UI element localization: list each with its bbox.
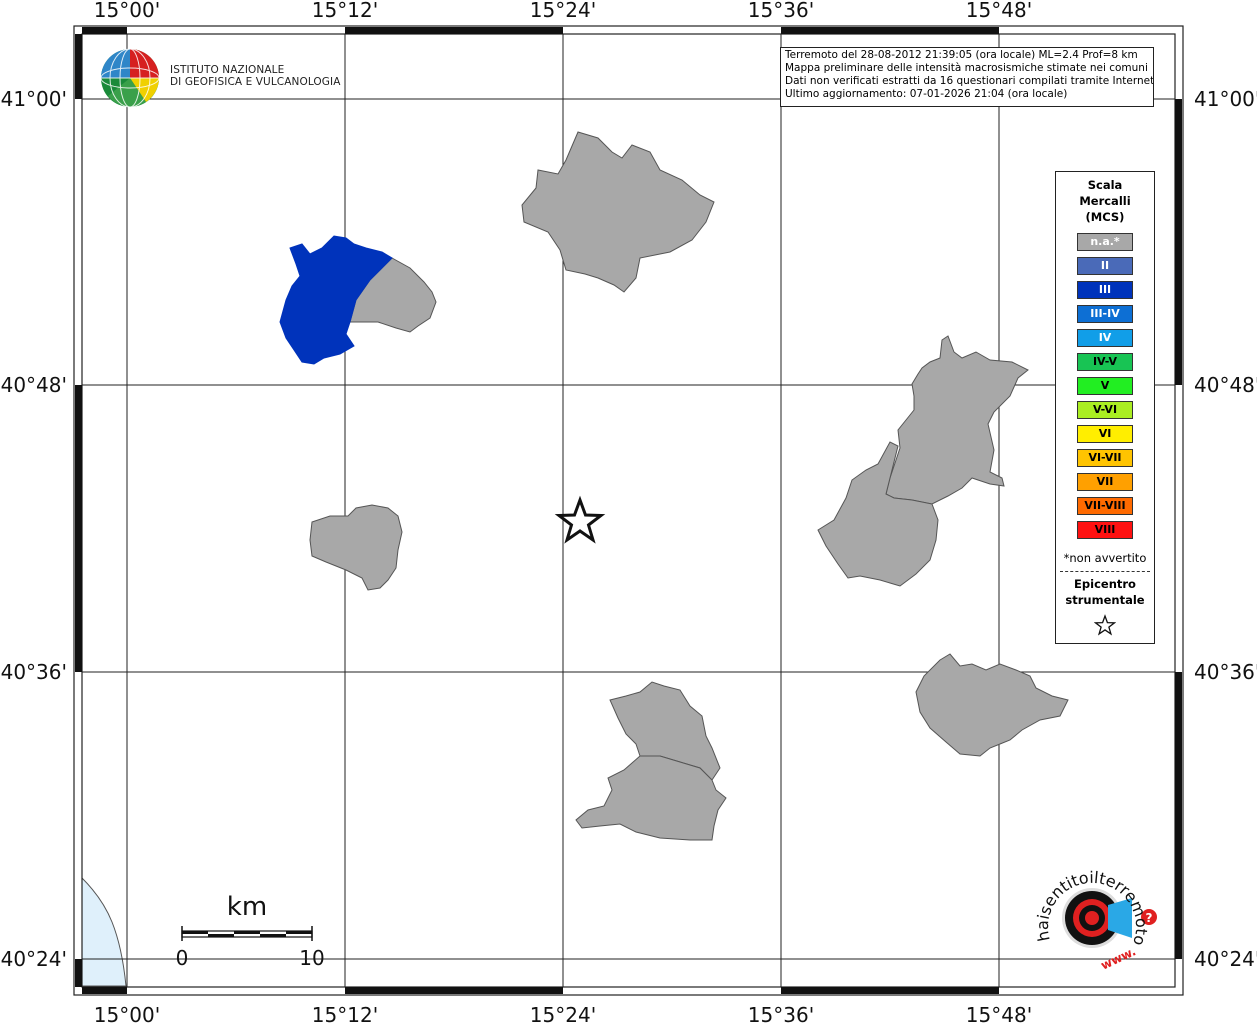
ingv-line1: ISTITUTO NAZIONALE — [170, 64, 285, 76]
lon-label-top: 15°24' — [530, 0, 596, 22]
scale-min-label: 0 — [176, 946, 189, 970]
legend-item-swatch: V-VI — [1077, 401, 1133, 419]
lat-labels-right: 41°00' 40°48' 40°36' 40°24' — [1194, 87, 1257, 971]
ingv-logo-icon — [100, 48, 160, 108]
lat-label-right: 41°00' — [1194, 87, 1257, 111]
municipalities — [309, 131, 1069, 841]
lat-label-left: 40°36' — [1, 660, 67, 684]
lat-label-left: 40°48' — [1, 373, 67, 397]
lat-label-left: 40°24' — [1, 947, 67, 971]
legend-item-swatch: VIII — [1077, 521, 1133, 539]
info-line-updated: Ultimo aggiornamento: 07-01-2026 21:04 (… — [785, 88, 1068, 100]
legend-item-swatch: VII — [1077, 473, 1133, 491]
legend-epicenter-line: Epicentro — [1074, 577, 1136, 591]
lon-label-bottom: 15°48' — [966, 1003, 1032, 1024]
ingv-logo-text: ISTITUTO NAZIONALE DI GEOFISICA E VULCAN… — [170, 64, 341, 88]
legend-item-swatch: III-IV — [1077, 305, 1133, 323]
legend-item-swatch: III — [1077, 281, 1133, 299]
lat-label-right: 40°36' — [1194, 660, 1257, 684]
lon-label-top: 15°48' — [966, 0, 1032, 22]
info-line-event: Terremoto del 28-08-2012 21:39:05 (ora l… — [785, 49, 1138, 61]
legend-item-swatch: V — [1077, 377, 1133, 395]
lat-label-left: 41°00' — [1, 87, 67, 111]
scale-bar: km 0 10 — [176, 892, 325, 970]
lon-label-top: 15°36' — [748, 0, 814, 22]
legend-item-swatch: n.a.* — [1077, 233, 1133, 251]
legend-item-swatch: VI-VII — [1077, 449, 1133, 467]
info-line-description: Mappa preliminare delle intensità macros… — [785, 62, 1148, 74]
epicenter-star — [554, 495, 606, 544]
lat-label-right: 40°48' — [1194, 373, 1257, 397]
lon-labels-bottom: 15°00' 15°12' 15°24' 15°36' 15°48' — [94, 1003, 1032, 1024]
ingv-line2: DI GEOFISICA E VULCANOLOGIA — [170, 76, 341, 88]
legend-item-swatch: II — [1077, 257, 1133, 275]
legend-item-swatch: IV-V — [1077, 353, 1133, 371]
legend-item-swatch: VII-VIII — [1077, 497, 1133, 515]
lat-label-right: 40°24' — [1194, 947, 1257, 971]
earthquake-info-box: Terremoto del 28-08-2012 21:39:05 (ora l… — [780, 47, 1154, 107]
legend-title-line: (MCS) — [1085, 210, 1125, 224]
municipality-southeast — [915, 653, 1069, 757]
lat-labels-left: 41°00' 40°48' 40°36' 40°24' — [1, 87, 67, 971]
legend-epicenter-line: strumentale — [1065, 593, 1145, 607]
lon-labels-top: 15°00' 15°12' 15°24' 15°36' 15°48' — [94, 0, 1032, 22]
lon-label-bottom: 15°36' — [748, 1003, 814, 1024]
sea-area — [81, 876, 127, 987]
scale-unit: km — [227, 892, 267, 922]
municipality-north — [521, 131, 715, 293]
legend-title: Scala Mercalli (MCS) — [1056, 177, 1154, 225]
watermark-url: www. — [1099, 944, 1139, 972]
legend-note: *non avvertito — [1063, 551, 1147, 565]
lon-label-bottom: 15°00' — [94, 1003, 160, 1024]
legend-epicenter-label: Epicentro strumentale — [1056, 576, 1154, 608]
info-line-data-source: Dati non verificati estratti da 16 quest… — [785, 75, 1154, 87]
legend-star-icon — [1056, 614, 1154, 640]
legend-title-line: Mercalli — [1079, 194, 1131, 208]
lon-label-bottom: 15°24' — [530, 1003, 596, 1024]
legend-separator — [1060, 571, 1150, 572]
scale-max-label: 10 — [299, 946, 324, 970]
mcs-legend: Scala Mercalli (MCS) n.a.* II III III-IV IV I… — [1055, 171, 1155, 644]
municipality-east-north — [885, 335, 1029, 505]
legend-items: n.a.* II III III-IV IV IV-V V V-VI VI VI-VII VII VI… — [1056, 233, 1154, 539]
lon-label-bottom: 15°12' — [312, 1003, 378, 1024]
legend-item-swatch: VI — [1077, 425, 1133, 443]
lon-label-top: 15°00' — [94, 0, 160, 22]
lon-label-top: 15°12' — [312, 0, 378, 22]
legend-item-swatch: IV — [1077, 329, 1133, 347]
legend-title-line: Scala — [1087, 178, 1123, 192]
municipality-center-west — [309, 504, 403, 591]
